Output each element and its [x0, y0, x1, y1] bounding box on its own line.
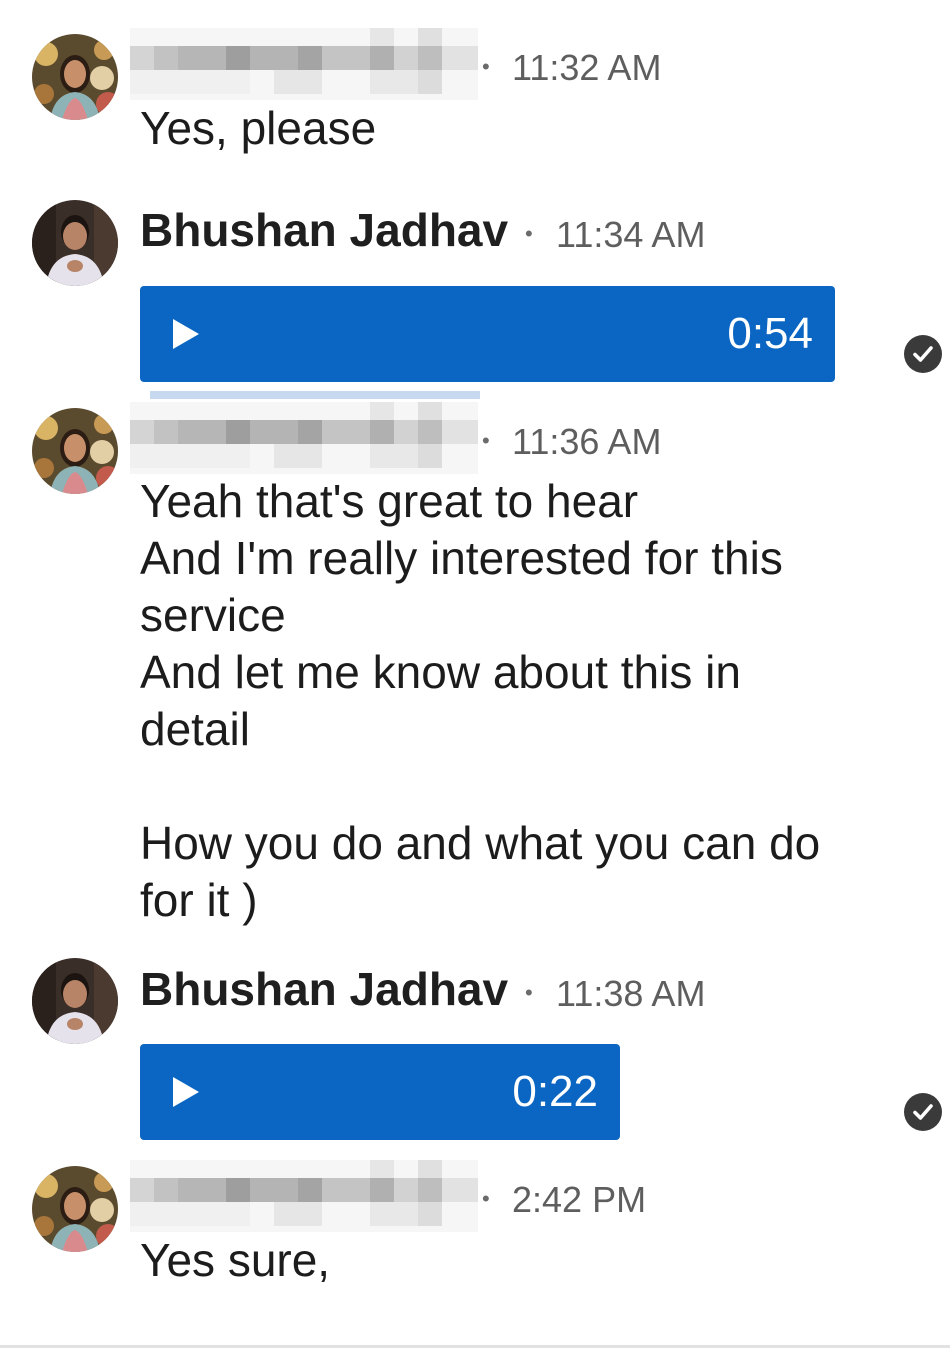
sender-avatar[interactable] [32, 958, 118, 1044]
message-text: Yes sure, [140, 1234, 331, 1286]
sent-check-icon [904, 1093, 942, 1131]
separator-dot: • [482, 428, 490, 453]
man-avatar-icon [32, 958, 118, 1044]
voice-duration: 0:54 [727, 309, 813, 358]
sender-avatar[interactable] [32, 34, 118, 120]
separator-dot: • [482, 54, 490, 79]
play-icon[interactable] [173, 319, 199, 349]
sent-check-icon [904, 335, 942, 373]
woman-avatar-icon [32, 408, 118, 494]
divider [0, 1345, 950, 1348]
message-text: Yeah that's great to hear And I'm really… [140, 475, 821, 926]
sender-name[interactable]: Bhushan Jadhav [140, 207, 508, 253]
man-avatar-icon [32, 200, 118, 286]
message-timestamp: 11:36 AM [512, 421, 662, 462]
separator-dot: • [525, 980, 533, 1005]
message-timestamp: 11:38 AM [556, 973, 706, 1014]
woman-avatar-icon [32, 34, 118, 120]
sender-name[interactable]: Bhushan Jadhav [140, 966, 508, 1012]
sender-avatar[interactable] [32, 408, 118, 494]
woman-avatar-icon [32, 1166, 118, 1252]
separator-dot: • [482, 1186, 490, 1211]
blurred-sender-name [130, 402, 478, 474]
voice-message-player[interactable]: 0:54 [140, 286, 835, 382]
blurred-sender-name [130, 1160, 478, 1232]
divider [150, 391, 480, 399]
blurred-sender-name [130, 28, 478, 100]
message-text: Yes, please [140, 102, 377, 154]
message-timestamp: 11:32 AM [512, 47, 662, 88]
message-timestamp: 11:34 AM [556, 214, 706, 255]
sender-avatar[interactable] [32, 200, 118, 286]
separator-dot: • [525, 221, 533, 246]
play-icon[interactable] [173, 1077, 199, 1107]
voice-message-player[interactable]: 0:22 [140, 1044, 620, 1140]
voice-duration: 0:22 [512, 1067, 598, 1116]
message-timestamp: 2:42 PM [512, 1179, 647, 1220]
sender-avatar[interactable] [32, 1166, 118, 1252]
